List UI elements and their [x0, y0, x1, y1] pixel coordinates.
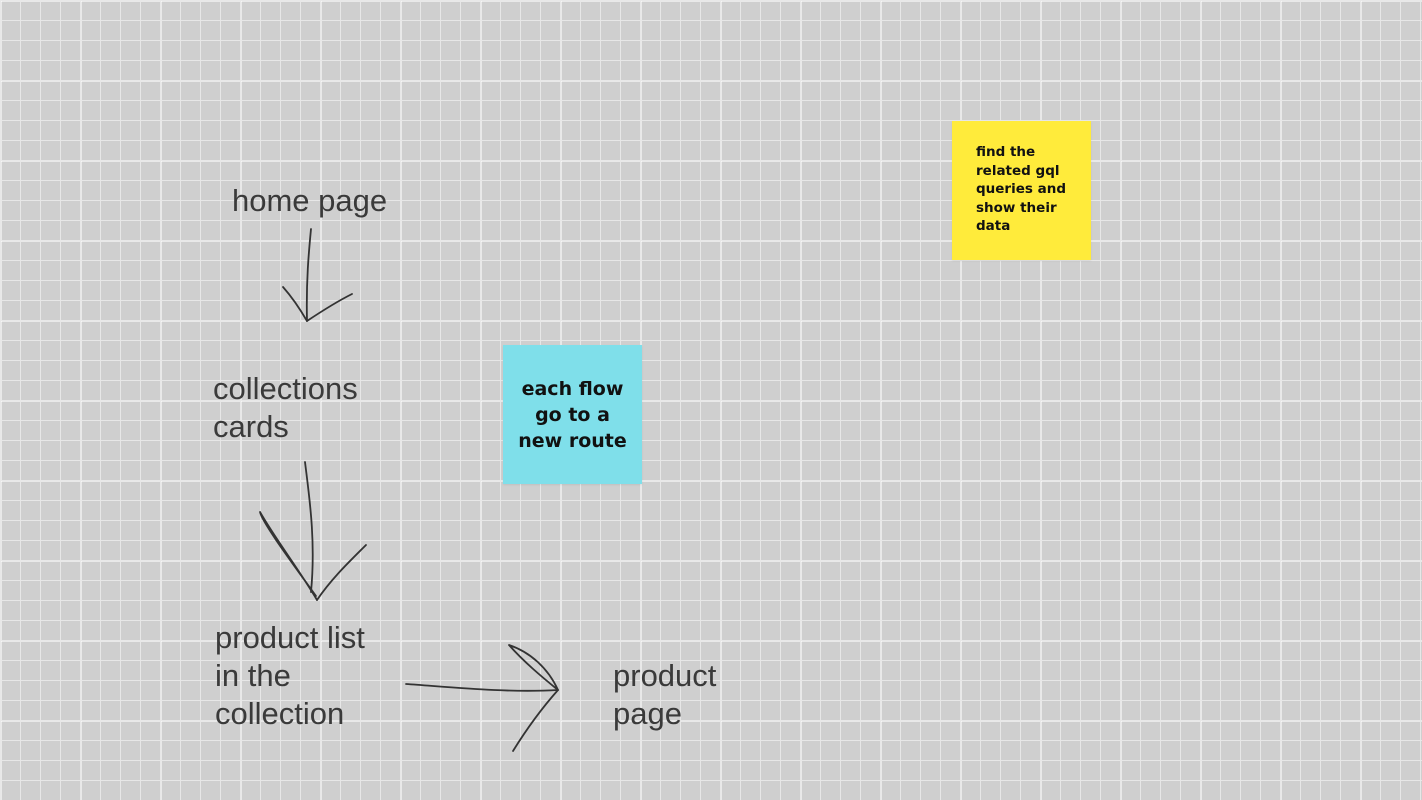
- arrow-home-to-collections[interactable]: [282, 228, 353, 322]
- arrow-head-left: [259, 511, 318, 601]
- arrow-head-right: [316, 544, 367, 601]
- arrow-head-right: [306, 293, 353, 322]
- text-collections-cards[interactable]: collections cards: [213, 370, 358, 446]
- arrow-shaft: [305, 228, 312, 322]
- text-home-page[interactable]: home page: [232, 182, 387, 220]
- sticky-note-cyan-text: each flow go to a new route: [518, 377, 627, 452]
- sticky-note-cyan[interactable]: each flow go to a new route: [503, 345, 642, 484]
- arrow-collections-to-product-list[interactable]: [259, 461, 367, 601]
- text-product-list[interactable]: product list in the collection: [215, 619, 365, 733]
- whiteboard-canvas[interactable]: home page collections cards product list…: [0, 0, 1422, 800]
- arrow-product-list-to-product-page[interactable]: [405, 644, 559, 752]
- arrow-head-left: [282, 286, 308, 322]
- sticky-note-yellow-text: find the related gql queries and show th…: [976, 144, 1066, 234]
- arrow-head-top: [508, 644, 559, 691]
- arrow-shaft: [304, 461, 314, 593]
- arrow-head-bottom: [512, 689, 559, 752]
- sticky-note-yellow[interactable]: find the related gql queries and show th…: [952, 121, 1091, 260]
- arrow-shaft: [405, 683, 559, 692]
- text-product-page[interactable]: product page: [613, 657, 716, 733]
